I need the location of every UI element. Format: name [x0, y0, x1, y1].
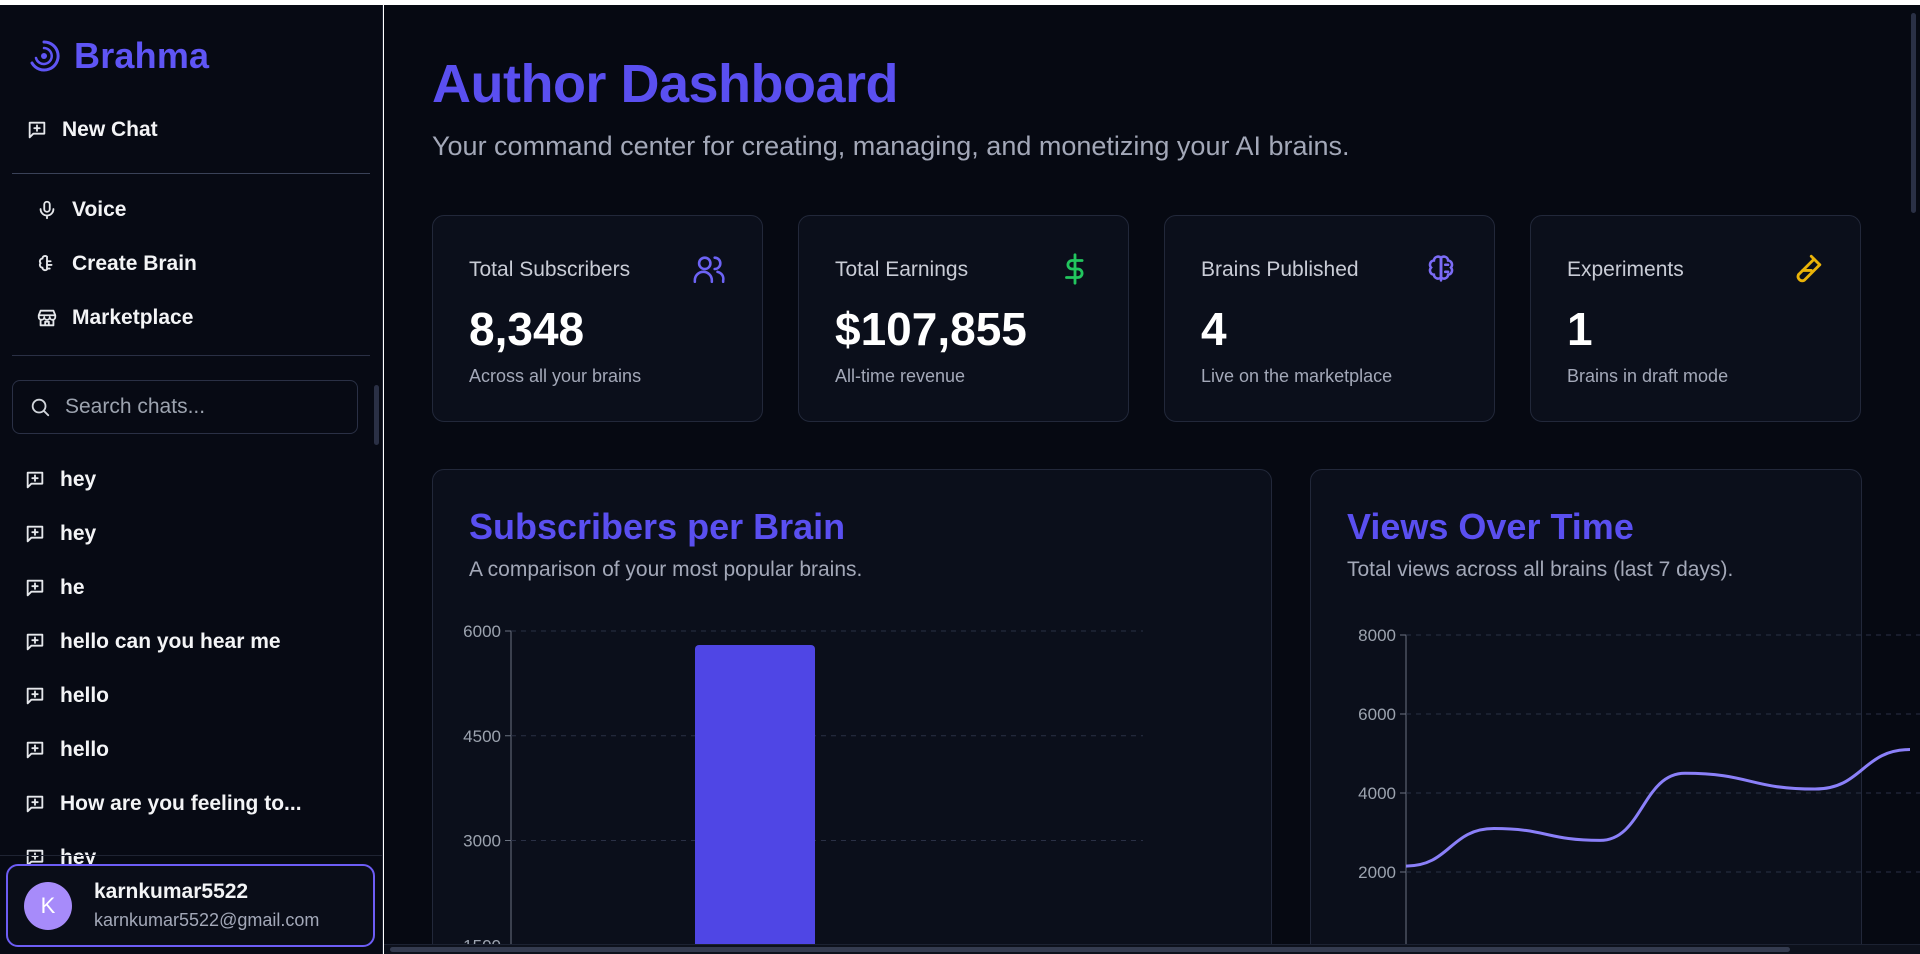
y-tick-label: 4000 [1358, 784, 1396, 803]
stat-description: All-time revenue [835, 366, 966, 386]
avatar: K [24, 881, 72, 930]
message-plus-icon [26, 741, 44, 759]
microphone-icon [39, 200, 55, 220]
brain-icon [1428, 255, 1454, 282]
chat-list-item[interactable]: How are you feeling to... [24, 777, 364, 831]
sidebar-item-label: Marketplace [72, 306, 194, 329]
y-tick-label: 6000 [1358, 705, 1396, 724]
horizontal-scrollbar[interactable] [384, 944, 1920, 954]
message-plus-icon [26, 795, 44, 813]
user-profile-card[interactable]: K karnkumar5522 karnkumar5522@gmail.com [6, 864, 375, 947]
chat-list-item[interactable]: hey [24, 453, 364, 507]
subscribers-chart-card: Subscribers per Brain A comparison of yo… [432, 469, 1272, 954]
y-tick-label: 3000 [463, 832, 501, 851]
chat-list: hey hey he hello can you hear me hello hello H… [24, 453, 364, 885]
brand-logo[interactable]: Brahma [26, 35, 209, 77]
sidebar-item-label: Voice [72, 198, 127, 221]
stat-value: 1 [1567, 303, 1593, 355]
chat-title: hello can you hear me [60, 630, 281, 653]
chat-title: hey [60, 468, 97, 491]
message-plus-icon [26, 525, 44, 543]
stat-card-subscribers: Total Subscribers 8,348 Across all your … [432, 215, 763, 422]
stat-card-brains-published: Brains Published 4 Live on the marketpla… [1164, 215, 1495, 422]
search-icon [31, 398, 50, 417]
stat-label: Total Earnings [835, 258, 969, 281]
y-tick-label: 2000 [1358, 863, 1396, 882]
chat-title: he [60, 576, 85, 599]
stat-label: Total Subscribers [469, 258, 631, 281]
chat-list-item[interactable]: he [24, 561, 364, 615]
stat-description: Brains in draft mode [1567, 366, 1729, 386]
sidebar-divider [12, 355, 370, 356]
message-plus-icon [26, 633, 44, 651]
stat-description: Across all your brains [469, 366, 642, 386]
y-tick-label: 8000 [1358, 626, 1396, 645]
stat-value: 4 [1201, 303, 1227, 355]
user-name: karnkumar5522 [94, 880, 249, 903]
stat-label: Brains Published [1201, 258, 1359, 281]
chat-list-item[interactable]: hey [24, 507, 364, 561]
sidebar-divider [0, 855, 382, 856]
sidebar-item-label: Create Brain [72, 252, 197, 275]
search-input[interactable] [65, 395, 335, 419]
test-tube-icon [1796, 254, 1822, 283]
y-tick-label: 4500 [463, 727, 501, 746]
chat-title: hey [60, 522, 97, 545]
message-plus-icon [28, 121, 46, 139]
chat-list-item[interactable]: hello can you hear me [24, 615, 364, 669]
stat-label: Experiments [1567, 258, 1684, 281]
sidebar-item-marketplace[interactable]: Marketplace [36, 306, 193, 330]
main-scrollbar[interactable] [1911, 13, 1916, 213]
stat-card-experiments: Experiments 1 Brains in draft mode [1530, 215, 1861, 422]
brahma-logo-icon [30, 40, 60, 72]
sidebar-item-create-brain[interactable]: Create Brain [36, 252, 197, 276]
new-chat-label: New Chat [62, 118, 158, 141]
chat-list-item[interactable]: hello [24, 723, 364, 777]
chat-search[interactable] [12, 380, 358, 434]
scrollbar-thumb[interactable] [390, 947, 1790, 952]
sidebar-scrollbar[interactable] [374, 385, 379, 445]
user-email: karnkumar5522@gmail.com [94, 910, 320, 930]
chat-title: How are you feeling to... [60, 792, 302, 815]
message-plus-icon [26, 579, 44, 597]
brand-name: Brahma [74, 35, 210, 76]
chat-list-item[interactable]: hello [24, 669, 364, 723]
chat-title: hello [60, 684, 110, 707]
sidebar-divider [12, 173, 370, 174]
brain-icon [38, 255, 53, 272]
message-plus-icon [26, 687, 44, 705]
views-line-series[interactable] [1405, 748, 1911, 868]
stat-value: $107,855 [835, 303, 1027, 355]
main-content: Author Dashboard Your command center for… [384, 5, 1920, 954]
sidebar: Brahma New Chat Voice Create Brain Marke… [0, 5, 383, 954]
sidebar-item-voice[interactable]: Voice [36, 198, 126, 222]
bar-chart: 1500300045006000 [463, 622, 1143, 954]
bar[interactable] [695, 644, 815, 954]
stat-description: Live on the marketplace [1201, 366, 1393, 386]
chat-title: hello [60, 738, 110, 761]
store-icon [37, 309, 57, 327]
users-icon [693, 256, 725, 284]
page-subtitle: Your command center for creating, managi… [432, 131, 1350, 161]
stat-value: 8,348 [469, 303, 585, 355]
stat-card-earnings: Total Earnings $107,855 All-time revenue [798, 215, 1129, 422]
message-plus-icon [26, 471, 44, 489]
new-chat-button[interactable]: New Chat [26, 118, 158, 142]
y-tick-label: 6000 [463, 622, 501, 641]
page-title: Author Dashboard [432, 54, 899, 114]
line-chart: 2000 4000 6000 8000 [1358, 626, 1920, 954]
dollar-icon [1065, 253, 1084, 285]
